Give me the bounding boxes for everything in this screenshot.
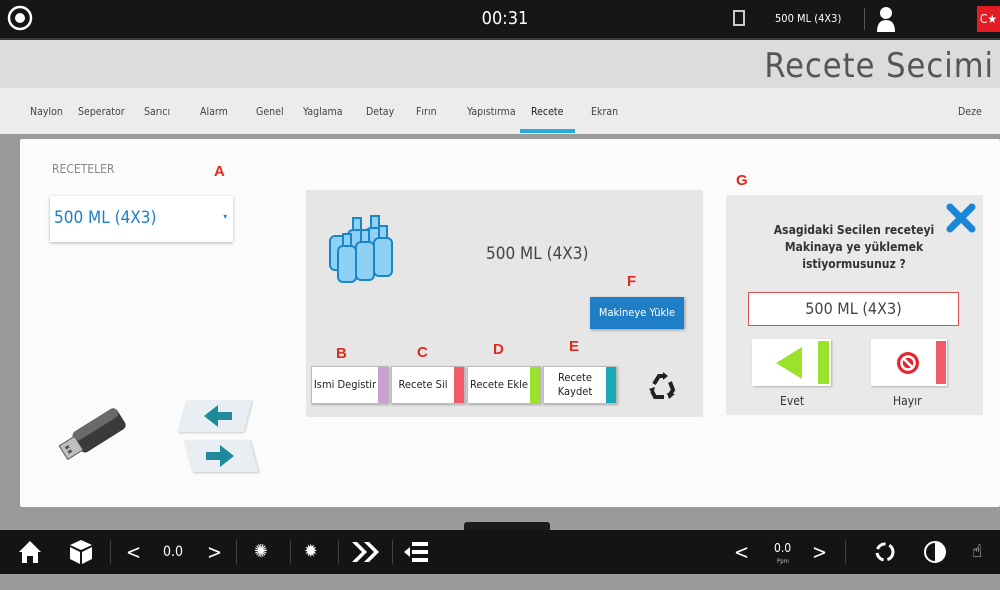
language-flag-icon[interactable]: C★	[977, 6, 1000, 32]
tab-naylon[interactable]: Naylon	[30, 106, 63, 118]
divider	[290, 540, 291, 564]
divider	[845, 540, 846, 564]
tab-detay[interactable]: Detay	[366, 106, 394, 118]
recipe-select[interactable]: 500 ML (4X3) ▾	[50, 196, 233, 242]
bottom-bar: < 0.0 > ✺ ✹ < 0.0 Ppm > ☝	[0, 530, 1000, 574]
tab-alarm[interactable]: Alarm	[200, 106, 228, 118]
chevron-down-icon: ▾	[223, 212, 227, 221]
contrast-icon[interactable]	[922, 530, 948, 590]
load-to-machine-button[interactable]: Makineye Yükle	[590, 297, 684, 329]
save-strip	[606, 367, 616, 403]
dialog-message: Asagidaki Secilen receteyi Makinaya ye y…	[773, 223, 935, 271]
delete-strip	[454, 367, 464, 403]
decrease-right-button[interactable]: <	[734, 530, 749, 574]
rename-recipe-label: Ismi Degistir	[313, 378, 377, 391]
yes-label: Evet	[780, 394, 805, 408]
delete-recipe-button[interactable]: Recete Sil	[391, 366, 465, 404]
page-title: Recete Secimi	[764, 46, 994, 86]
annotation-e: E	[569, 338, 580, 355]
decrease-left-button[interactable]: <	[126, 530, 141, 574]
import-right-button[interactable]	[183, 440, 259, 472]
dialog-recipe-box: 500 ML (4X3)	[748, 292, 959, 326]
timer: 00:31	[481, 8, 529, 29]
top-bar: 00:31 500 ML (4X3) C★	[0, 0, 1000, 38]
save-recipe-button[interactable]: Recete Kaydet	[543, 366, 617, 404]
tab-bar: Naylon Seperator Sarıcı Alarm Genel Yagl…	[0, 88, 1000, 134]
tab-seperator[interactable]: Seperator	[78, 106, 125, 118]
tab-genel[interactable]: Genel	[256, 106, 284, 118]
no-button[interactable]	[871, 339, 947, 386]
divider	[338, 540, 339, 564]
yes-button[interactable]	[752, 339, 831, 386]
tab-firin[interactable]: Fırın	[416, 106, 437, 118]
power-icon[interactable]	[6, 4, 34, 32]
add-strip	[530, 367, 540, 403]
recycle-icon[interactable]	[646, 370, 678, 402]
tab-sarici[interactable]: Sarıcı	[144, 106, 170, 118]
annotation-a: A	[214, 163, 225, 180]
tab-yapistirma[interactable]: Yapıstırma	[467, 106, 516, 118]
user-icon[interactable]	[876, 6, 896, 32]
divider	[864, 8, 865, 30]
delete-recipe-label: Recete Sil	[398, 378, 448, 391]
divider	[236, 540, 237, 564]
rename-recipe-button[interactable]: Ismi Degistir	[311, 366, 389, 404]
light-dim-icon[interactable]: ✺	[254, 530, 268, 574]
menu-collapse-icon[interactable]	[402, 530, 430, 590]
load-to-machine-label: Makineye Yükle	[598, 306, 676, 319]
panel-recipe-name: 500 ML (4X3)	[486, 244, 589, 264]
current-recipe: 500 ML (4X3)	[775, 12, 842, 25]
recipe-select-value: 500 ML (4X3)	[54, 208, 157, 228]
dialog-recipe-name: 500 ML (4X3)	[805, 299, 902, 318]
tab-recete[interactable]: Recete	[531, 106, 563, 118]
annotation-b: B	[336, 345, 347, 362]
divider	[110, 540, 111, 564]
tab-yaglama[interactable]: Yaglama	[303, 106, 343, 118]
rename-strip	[378, 367, 388, 403]
divider	[392, 540, 393, 564]
page-header: Recete Secimi	[0, 38, 1000, 88]
light-bright-icon[interactable]: ✹	[304, 530, 318, 574]
hand-icon[interactable]: ☝	[972, 530, 982, 574]
add-recipe-label: Recete Ekle	[470, 378, 528, 391]
bottles-icon	[322, 208, 402, 286]
no-label: Hayır	[893, 394, 922, 408]
usb-drive-icon[interactable]	[55, 405, 130, 467]
increase-left-button[interactable]: >	[207, 530, 222, 574]
annotation-g: G	[736, 172, 748, 189]
tab-deze[interactable]: Deze	[958, 106, 982, 118]
cycle-icon[interactable]	[872, 530, 898, 590]
annotation-c: C	[417, 344, 428, 361]
left-value: 0.0	[163, 544, 184, 560]
annotation-d: D	[493, 341, 504, 358]
fast-forward-icon[interactable]	[348, 530, 382, 590]
increase-right-button[interactable]: >	[812, 530, 827, 574]
save-recipe-label: Recete Kaydet	[557, 371, 593, 398]
home-icon[interactable]	[17, 530, 43, 590]
package-icon[interactable]	[68, 530, 94, 590]
clipboard-icon[interactable]	[733, 10, 745, 26]
export-left-button[interactable]	[177, 400, 253, 432]
right-value-unit: Ppm	[777, 558, 789, 565]
close-icon[interactable]	[946, 203, 976, 233]
annotation-f: F	[627, 273, 637, 290]
recipes-label: RECETELER	[52, 162, 115, 176]
active-tab-indicator	[520, 129, 575, 133]
add-recipe-button[interactable]: Recete Ekle	[467, 366, 541, 404]
tab-ekran[interactable]: Ekran	[591, 106, 618, 118]
